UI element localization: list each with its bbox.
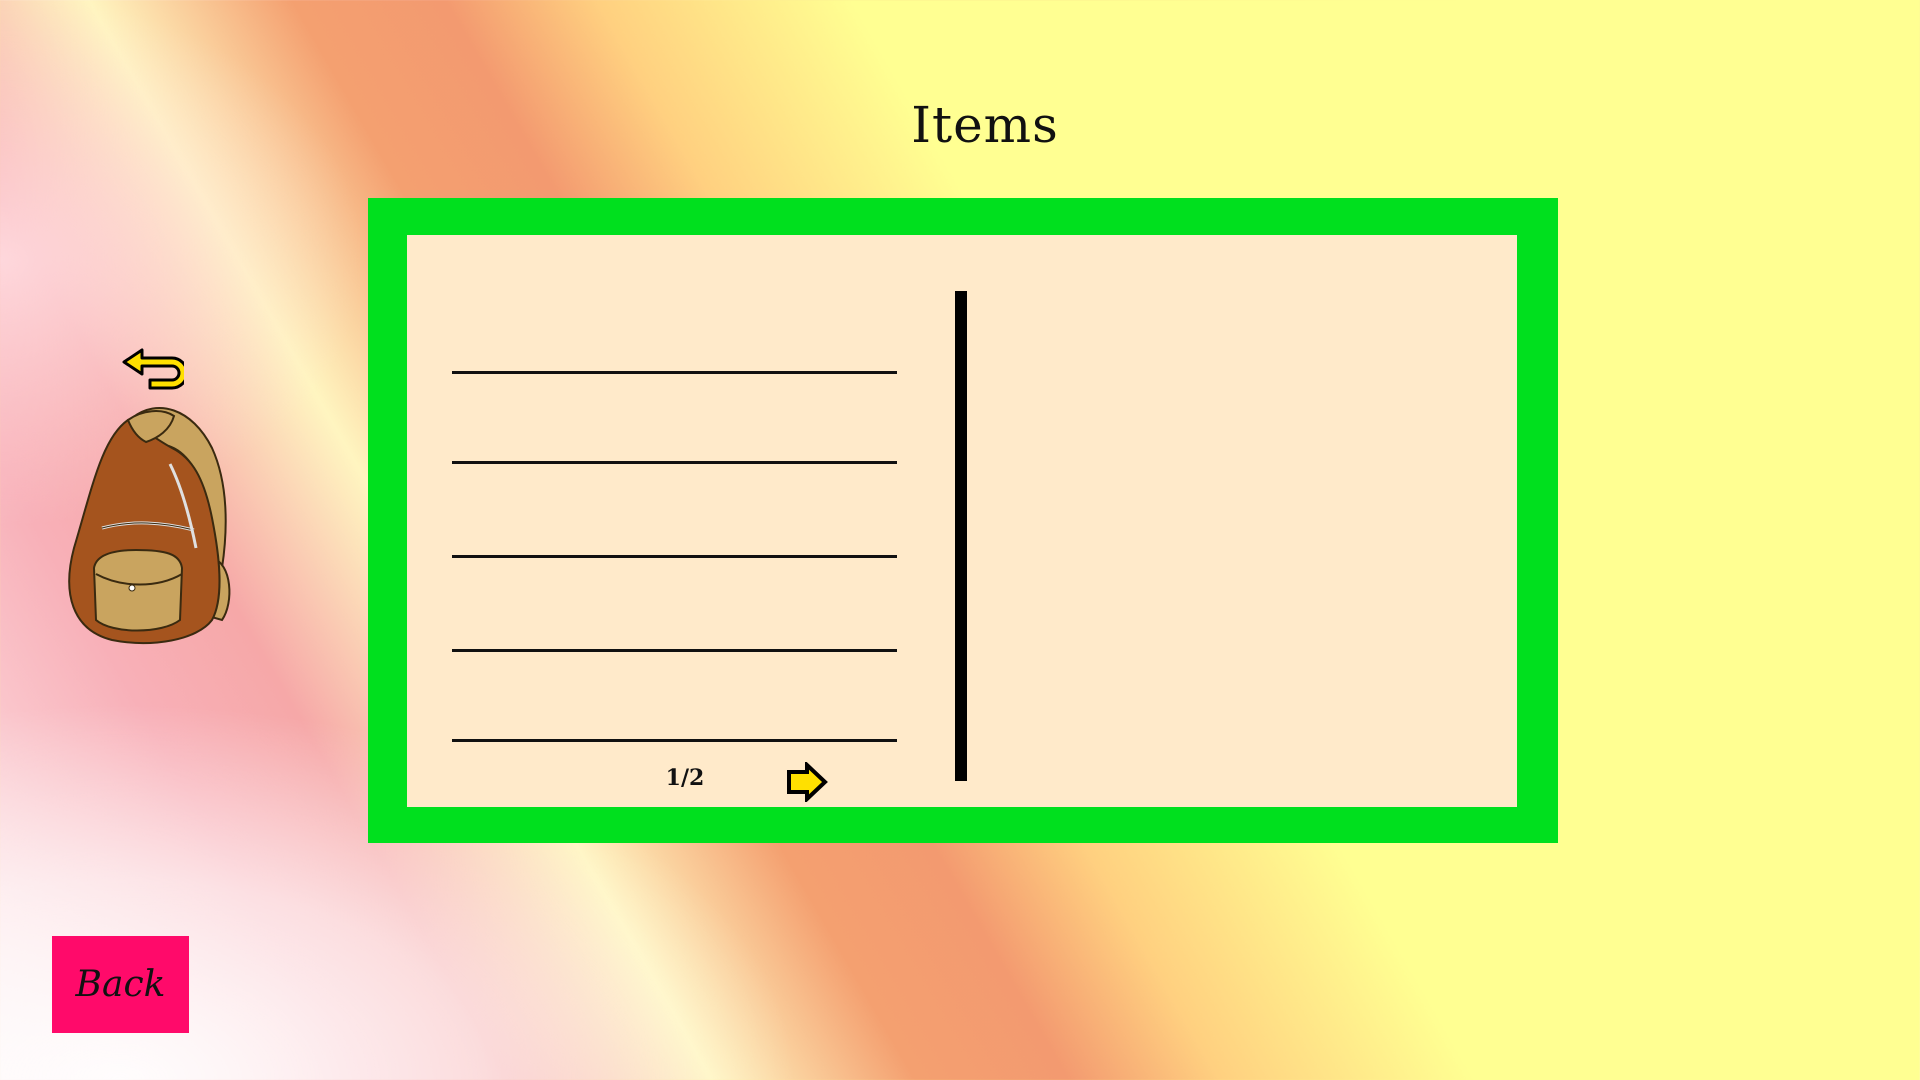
- item-slot-4[interactable]: [452, 649, 897, 652]
- page-indicator: 1/2: [665, 765, 705, 791]
- panel-divider: [955, 291, 967, 781]
- next-page-arrow-icon[interactable]: [785, 760, 829, 804]
- item-slot-3[interactable]: [452, 555, 897, 558]
- item-slot-2[interactable]: [452, 461, 897, 464]
- item-slot-1[interactable]: [452, 371, 897, 374]
- backpack-icon[interactable]: [62, 398, 240, 646]
- inventory-panel-inner: 1/2: [407, 235, 1517, 807]
- inventory-panel: 1/2: [368, 198, 1558, 843]
- back-button[interactable]: Back: [52, 936, 189, 1033]
- page-title: Items: [911, 96, 1059, 154]
- item-slot-5[interactable]: [452, 739, 897, 742]
- undo-arrow-icon[interactable]: [120, 336, 189, 392]
